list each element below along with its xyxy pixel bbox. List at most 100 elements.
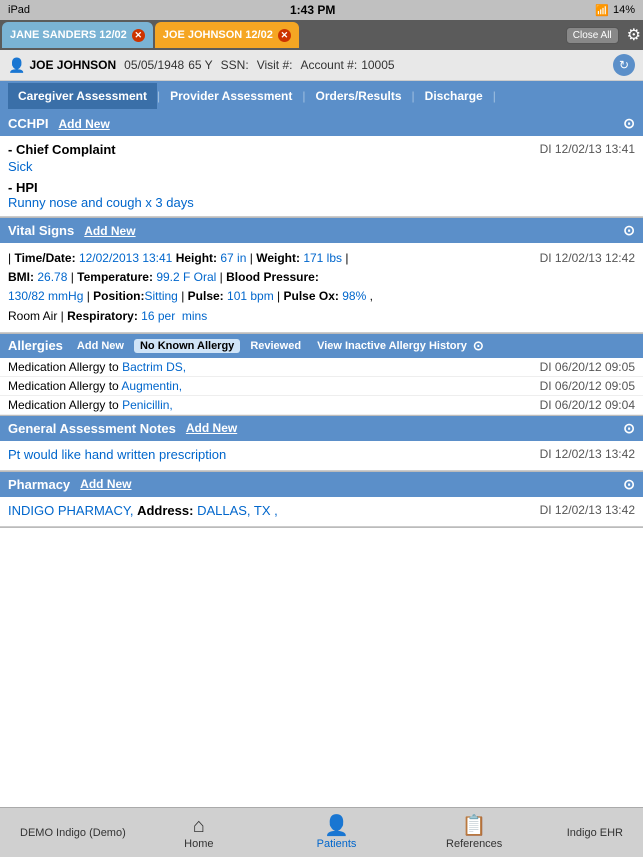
close-tab-joe[interactable]: ✕: [278, 29, 291, 42]
general-assessment-row: Pt would like hand written prescription …: [8, 447, 635, 462]
bottom-tab-bar: DEMO Indigo (Demo) ⌂ Home 👤 Patients 📋 R…: [0, 807, 643, 857]
patient-dob: 05/05/1948: [124, 58, 184, 72]
hpi-value: Runny nose and cough x 3 days: [8, 195, 635, 210]
pharmacy-row: INDIGO PHARMACY, Address: DALLAS, TX , D…: [8, 503, 635, 518]
general-assessment-header: General Assessment Notes Add New ⊙: [0, 416, 643, 441]
pharmacy-add-new[interactable]: Add New: [80, 477, 131, 491]
bottom-ehr-label: Indigo EHR: [543, 827, 623, 839]
allergies-title: Allergies: [8, 338, 63, 353]
tab-provider-assessment[interactable]: Provider Assessment: [160, 83, 302, 109]
bottom-tab-references[interactable]: 📋 References: [405, 816, 543, 850]
bottom-tab-patients[interactable]: 👤 Patients: [268, 816, 406, 850]
cchpi-header: CCHPI Add New ⊙: [0, 111, 643, 136]
chief-complaint-link[interactable]: Sick: [8, 159, 33, 174]
cchpi-section: CCHPI Add New ⊙ - Chief Complaint DI 12/…: [0, 111, 643, 218]
vital-signs-collapse-icon[interactable]: ⊙: [623, 222, 635, 239]
cchpi-title: CCHPI: [8, 116, 48, 131]
status-bar-right: 📶 14%: [595, 4, 635, 17]
nav-tabs: Caregiver Assessment | Provider Assessme…: [0, 81, 643, 111]
allergy-di-1: DI 06/20/12 09:05: [540, 379, 635, 393]
pharmacy-title: Pharmacy: [8, 477, 70, 492]
bottom-tab-home[interactable]: ⌂ Home: [130, 816, 268, 850]
pharmacy-name[interactable]: INDIGO PHARMACY,: [8, 503, 133, 518]
tab-label-joe: JOE JOHNSON 12/02: [163, 29, 273, 41]
patient-name: JOE JOHNSON: [29, 58, 116, 72]
bottom-demo-label: DEMO Indigo (Demo): [20, 827, 130, 839]
general-assessment-collapse-icon[interactable]: ⊙: [623, 420, 635, 437]
vitals-di: DI 12/02/13 12:42: [540, 249, 635, 326]
pharmacy-content: INDIGO PHARMACY, Address: DALLAS, TX , D…: [0, 497, 643, 527]
general-assessment-value[interactable]: Pt would like hand written prescription: [8, 447, 226, 462]
vital-signs-add-new[interactable]: Add New: [84, 224, 135, 238]
visit-label: Visit #:: [257, 58, 293, 72]
hpi-link[interactable]: Runny nose and cough x 3 days: [8, 195, 194, 210]
references-icon: 📋: [462, 816, 487, 836]
references-label: References: [446, 838, 502, 850]
account-label: Account #:: [300, 58, 357, 72]
allergy-drug-2[interactable]: Penicillin,: [122, 398, 173, 412]
status-bar-time: 1:43 PM: [290, 3, 335, 17]
chief-complaint-label: - Chief Complaint: [8, 142, 116, 157]
allergies-content: Medication Allergy to Bactrim DS, DI 06/…: [0, 358, 643, 415]
pharmacy-header: Pharmacy Add New ⊙: [0, 472, 643, 497]
cchpi-add-new[interactable]: Add New: [58, 117, 109, 131]
pharmacy-address-label: Address:: [137, 503, 197, 518]
general-assessment-section: General Assessment Notes Add New ⊙ Pt wo…: [0, 416, 643, 472]
general-assessment-title: General Assessment Notes: [8, 421, 176, 436]
vital-signs-title: Vital Signs: [8, 223, 74, 238]
patient-tab-joe[interactable]: JOE JOHNSON 12/02 ✕: [155, 22, 299, 48]
allergy-add-new[interactable]: Add New: [71, 339, 130, 353]
allergy-item-2: Medication Allergy to Penicillin, DI 06/…: [0, 396, 643, 415]
patient-info-bar: 👤 JOE JOHNSON 05/05/1948 65 Y SSN: Visit…: [0, 50, 643, 81]
tab-orders-results[interactable]: Orders/Results: [306, 83, 412, 109]
vital-signs-content: | Time/Date: 12/02/2013 13:41 Height: 67…: [0, 243, 643, 333]
refresh-button[interactable]: ↻: [613, 54, 635, 76]
patient-age: 65 Y: [188, 58, 212, 72]
allergy-view-inactive[interactable]: View Inactive Allergy History: [311, 339, 473, 353]
allergy-drug-0[interactable]: Bactrim DS,: [122, 360, 186, 374]
chief-complaint-di: DI 12/02/13 13:41: [540, 142, 635, 156]
settings-icon[interactable]: ⚙: [627, 25, 641, 45]
pharmacy-info: INDIGO PHARMACY, Address: DALLAS, TX ,: [8, 503, 278, 518]
allergy-actions: Add New No Known Allergy Reviewed View I…: [71, 339, 473, 353]
allergy-text-1: Medication Allergy to Augmentin,: [8, 379, 182, 393]
pharmacy-di: DI 12/02/13 13:42: [540, 503, 635, 517]
status-bar-left: iPad: [8, 4, 30, 16]
general-assessment-add-new[interactable]: Add New: [186, 421, 237, 435]
allergy-text-0: Medication Allergy to Bactrim DS,: [8, 360, 186, 374]
pharmacy-collapse-icon[interactable]: ⊙: [623, 476, 635, 493]
patient-tab-jane[interactable]: JANE SANDERS 12/02 ✕: [2, 22, 153, 48]
general-assessment-content: Pt would like hand written prescription …: [0, 441, 643, 471]
allergy-drug-1[interactable]: Augmentin,: [121, 379, 182, 393]
allergy-no-known[interactable]: No Known Allergy: [134, 339, 240, 353]
account-num: 10005: [361, 58, 394, 72]
close-all-button[interactable]: Close All: [566, 27, 619, 44]
chief-complaint-value: Sick: [8, 159, 635, 174]
allergy-reviewed[interactable]: Reviewed: [244, 339, 307, 353]
ssn-label: SSN:: [221, 58, 249, 72]
patients-label: Patients: [317, 838, 357, 850]
pharmacy-address[interactable]: DALLAS, TX ,: [197, 503, 278, 518]
tab-caregiver-assessment[interactable]: Caregiver Assessment: [8, 83, 157, 109]
allergies-header: Allergies Add New No Known Allergy Revie…: [0, 334, 643, 358]
allergy-item-0: Medication Allergy to Bactrim DS, DI 06/…: [0, 358, 643, 377]
cchpi-collapse-icon[interactable]: ⊙: [623, 115, 635, 132]
allergies-section: Allergies Add New No Known Allergy Revie…: [0, 334, 643, 416]
allergy-text-2: Medication Allergy to Penicillin,: [8, 398, 173, 412]
status-bar: iPad 1:43 PM 📶 14%: [0, 0, 643, 20]
allergy-item-1: Medication Allergy to Augmentin, DI 06/2…: [0, 377, 643, 396]
patients-icon: 👤: [324, 816, 349, 836]
battery-text: 14%: [613, 4, 635, 16]
vitals-details: | Time/Date: 12/02/2013 13:41 Height: 67…: [8, 249, 540, 326]
allergy-di-2: DI 06/20/12 09:04: [540, 398, 635, 412]
close-tab-jane[interactable]: ✕: [132, 29, 145, 42]
chief-complaint-row: - Chief Complaint DI 12/02/13 13:41: [8, 142, 635, 157]
vital-signs-section: Vital Signs Add New ⊙ | Time/Date: 12/02…: [0, 218, 643, 334]
allergy-di-0: DI 06/20/12 09:05: [540, 360, 635, 374]
home-label: Home: [184, 838, 213, 850]
allergies-collapse-icon[interactable]: ⊙: [473, 338, 484, 354]
tab-discharge[interactable]: Discharge: [415, 83, 493, 109]
vital-signs-header: Vital Signs Add New ⊙: [0, 218, 643, 243]
general-assessment-di: DI 12/02/13 13:42: [540, 447, 635, 461]
cchpi-content: - Chief Complaint DI 12/02/13 13:41 Sick…: [0, 136, 643, 217]
